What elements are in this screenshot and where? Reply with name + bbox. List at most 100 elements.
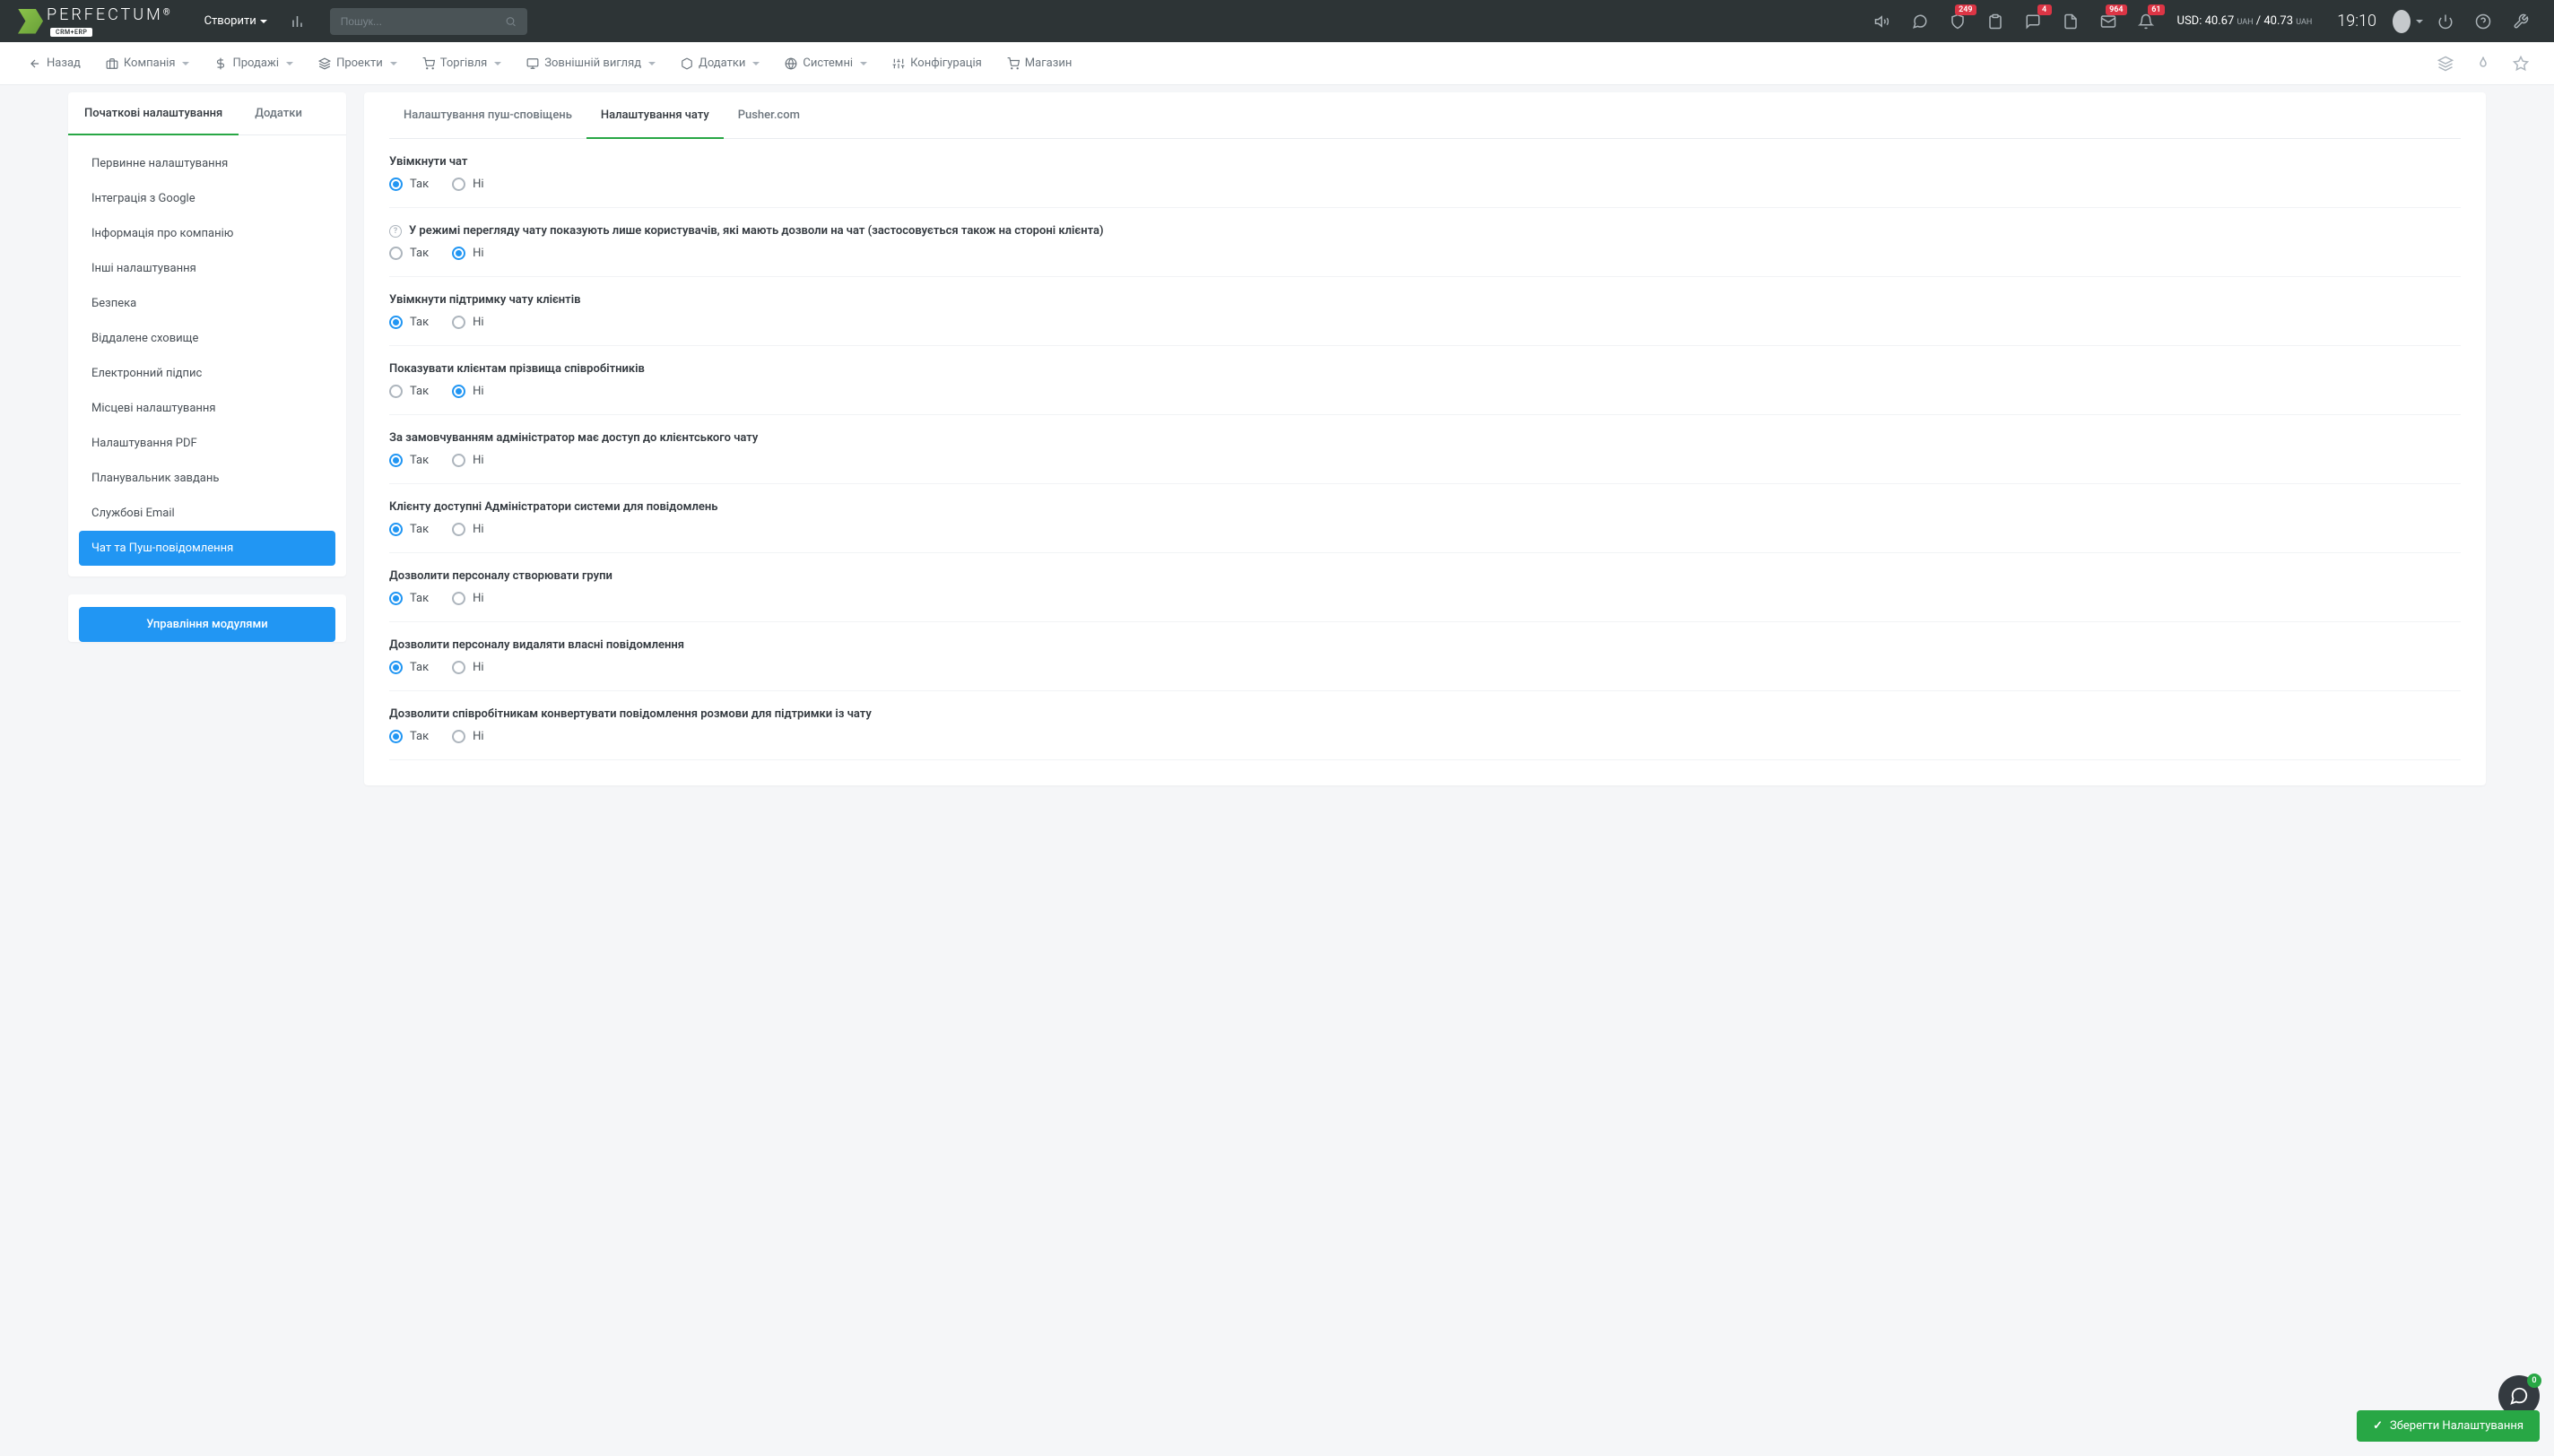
- radio-option-yes[interactable]: Так: [389, 316, 429, 329]
- nav-shop[interactable]: Магазин: [996, 49, 1083, 77]
- radio-circle: [452, 178, 465, 191]
- radio-option-no[interactable]: Ні: [452, 454, 483, 467]
- setting-label: За замовчуванням адміністратор має досту…: [389, 431, 2461, 445]
- radio-label: Так: [410, 178, 429, 191]
- radio-option-no[interactable]: Ні: [452, 661, 483, 674]
- nav-trade[interactable]: Торгівля: [412, 49, 513, 77]
- setting-block: Увімкнути підтримку чату клієнтівТакНі: [389, 277, 2461, 346]
- radio-option-yes[interactable]: Так: [389, 661, 429, 674]
- radio-label: Так: [410, 523, 429, 536]
- content-tabs: Налаштування пуш-сповіщеньНалаштування ч…: [389, 92, 2461, 139]
- radio-circle: [452, 247, 465, 260]
- create-button[interactable]: Створити: [195, 9, 276, 33]
- module-management-button[interactable]: Управління модулями: [79, 607, 335, 642]
- nav-addons[interactable]: Додатки: [670, 49, 770, 77]
- document-icon[interactable]: [2055, 6, 2086, 37]
- radio-group: Так Ні: [389, 592, 2461, 605]
- clipboard-icon[interactable]: [1980, 6, 2011, 37]
- radio-option-yes[interactable]: Так: [389, 523, 429, 536]
- radio-option-yes[interactable]: Так: [389, 454, 429, 467]
- setting-block: Дозволити персоналу видаляти власні пові…: [389, 622, 2461, 691]
- radio-circle: [452, 730, 465, 743]
- sidebar-menu-item[interactable]: Віддалене сховище: [79, 321, 335, 356]
- sidebar-menu-item[interactable]: Інтеграція з Google: [79, 181, 335, 216]
- radio-option-no[interactable]: Ні: [452, 730, 483, 743]
- sidebar-menu-item[interactable]: Службові Email: [79, 496, 335, 531]
- chevron-down-icon: [648, 62, 656, 65]
- radio-group: Так Ні: [389, 178, 2461, 191]
- chat-widget-badge: 0: [2527, 1374, 2541, 1388]
- radio-option-yes[interactable]: Так: [389, 730, 429, 743]
- time-display: 19:10: [2337, 12, 2376, 30]
- star-icon[interactable]: [2506, 48, 2536, 79]
- chart-icon[interactable]: [283, 6, 314, 37]
- nav-sales[interactable]: Продажі: [204, 49, 304, 77]
- nav-projects[interactable]: Проекти: [308, 49, 408, 77]
- nav-appearance[interactable]: Зовнішній вигляд: [516, 49, 666, 77]
- radio-group: Так Ні: [389, 454, 2461, 467]
- radio-circle: [389, 316, 403, 329]
- radio-option-no[interactable]: Ні: [452, 385, 483, 398]
- logo[interactable]: PERFECTUM® CRM+ERP: [18, 5, 170, 38]
- nav-system[interactable]: Системні: [774, 49, 878, 77]
- help-icon[interactable]: [2468, 6, 2498, 37]
- nav-config[interactable]: Конфігурація: [882, 49, 993, 77]
- help-tooltip-icon[interactable]: ?: [389, 225, 402, 238]
- content-tab[interactable]: Налаштування чату: [586, 92, 724, 138]
- nav-company[interactable]: Компанія: [95, 49, 201, 77]
- message-icon[interactable]: [1905, 6, 1935, 37]
- shield-icon[interactable]: 249: [1942, 6, 1973, 37]
- setting-label: Дозволити співробітникам конвертувати по…: [389, 707, 2461, 721]
- wrench-icon[interactable]: [2506, 6, 2536, 37]
- stack-icon[interactable]: [2430, 48, 2461, 79]
- radio-circle: [389, 178, 403, 191]
- sidebar-tabs: Початкові налаштуванняДодатки: [68, 92, 346, 135]
- secondary-nav: Назад Компанія Продажі Проекти Торгівля …: [0, 42, 2554, 85]
- display-icon: [526, 57, 539, 70]
- power-icon[interactable]: [2430, 6, 2461, 37]
- top-header: PERFECTUM® CRM+ERP Створити 249 4 964 61: [0, 0, 2554, 42]
- save-settings-button[interactable]: Зберегти Налаштування: [2357, 1410, 2540, 1442]
- flame-icon[interactable]: [2468, 48, 2498, 79]
- radio-option-no[interactable]: Ні: [452, 523, 483, 536]
- bell-badge: 61: [2148, 4, 2164, 15]
- radio-option-yes[interactable]: Так: [389, 592, 429, 605]
- sidebar-menu-item[interactable]: Чат та Пуш-повідомлення: [79, 531, 335, 566]
- sidebar-menu-item[interactable]: Безпека: [79, 286, 335, 321]
- sidebar-menu-item[interactable]: Налаштування PDF: [79, 426, 335, 461]
- search-box[interactable]: [330, 8, 527, 35]
- search-input[interactable]: [341, 15, 505, 28]
- radio-group: Так Ні: [389, 661, 2461, 674]
- chat-icon[interactable]: 4: [2018, 6, 2048, 37]
- sidebar-menu-item[interactable]: Планувальник завдань: [79, 461, 335, 496]
- nav-back[interactable]: Назад: [18, 49, 91, 77]
- radio-circle: [389, 454, 403, 467]
- layers-icon: [318, 57, 331, 70]
- user-menu[interactable]: [2393, 6, 2423, 37]
- sidebar-menu-item[interactable]: Електронний підпис: [79, 356, 335, 391]
- content-tab[interactable]: Налаштування пуш-сповіщень: [389, 92, 586, 138]
- radio-label: Ні: [473, 730, 483, 743]
- bell-icon[interactable]: 61: [2131, 6, 2161, 37]
- sidebar-menu-item[interactable]: Місцеві налаштування: [79, 391, 335, 426]
- sidebar-menu-item[interactable]: Інформація про компанію: [79, 216, 335, 251]
- radio-option-yes[interactable]: Так: [389, 247, 429, 260]
- envelope-icon[interactable]: 964: [2093, 6, 2124, 37]
- radio-option-no[interactable]: Ні: [452, 178, 483, 191]
- sidebar-tab[interactable]: Початкові налаштування: [68, 92, 239, 134]
- sidebar-tab[interactable]: Додатки: [239, 92, 318, 134]
- radio-option-yes[interactable]: Так: [389, 178, 429, 191]
- radio-option-no[interactable]: Ні: [452, 247, 483, 260]
- setting-block: Увімкнути чатТакНі: [389, 139, 2461, 208]
- sound-icon[interactable]: [1867, 6, 1898, 37]
- radio-option-no[interactable]: Ні: [452, 316, 483, 329]
- arrow-left-icon: [29, 57, 41, 70]
- setting-label: Дозволити персоналу створювати групи: [389, 569, 2461, 583]
- content-tab[interactable]: Pusher.com: [724, 92, 814, 138]
- sidebar-menu-item[interactable]: Інші налаштування: [79, 251, 335, 286]
- radio-option-yes[interactable]: Так: [389, 385, 429, 398]
- sidebar-menu-item[interactable]: Первинне налаштування: [79, 146, 335, 181]
- chevron-down-icon: [860, 62, 867, 65]
- radio-option-no[interactable]: Ні: [452, 592, 483, 605]
- setting-block: ?У режимі перегляду чату показують лише …: [389, 208, 2461, 277]
